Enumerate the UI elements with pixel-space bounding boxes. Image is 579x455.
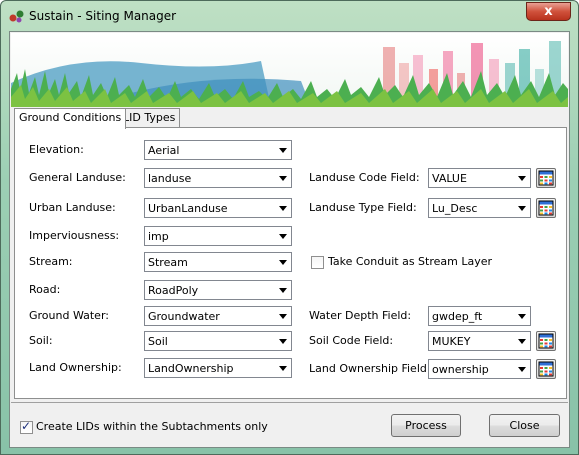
soil-label: Soil:: [29, 334, 53, 347]
landuse-code-field-label: Landuse Code Field:: [309, 171, 420, 184]
tab-lid-types[interactable]: LID Types: [118, 108, 181, 128]
table-grid-icon: [538, 361, 554, 377]
chevron-down-icon: [518, 206, 526, 211]
ground-conditions-panel: Elevation: General Landuse: Urban Landus…: [14, 127, 567, 399]
land-ownership-field-dropdown[interactable]: ownership: [428, 359, 531, 379]
water-depth-field-dropdown[interactable]: gwdep_ft: [428, 306, 531, 326]
soil-dropdown[interactable]: Soil: [144, 331, 292, 351]
urban-landuse-value: UrbanLanduse: [148, 202, 228, 215]
siting-manager-window: Sustain - Siting Manager x Ground Condit…: [0, 0, 579, 455]
landuse-type-field-label: Landuse Type Field:: [309, 201, 417, 214]
dialog-client-area: Ground Conditions LID Types Elevation: G…: [9, 31, 570, 448]
soil-code-field-label: Soil Code Field:: [309, 334, 394, 347]
road-dropdown[interactable]: RoadPoly: [144, 280, 292, 300]
ground-water-value: Groundwater: [148, 310, 220, 323]
soil-code-field-value: MUKEY: [432, 335, 471, 348]
grass-banner-image: [11, 33, 568, 107]
take-conduit-stream-checkbox[interactable]: [311, 256, 324, 269]
general-landuse-label: General Landuse:: [29, 171, 126, 184]
road-label: Road:: [29, 283, 61, 296]
chevron-down-icon: [279, 206, 287, 211]
landuse-code-field-dropdown[interactable]: VALUE: [428, 168, 531, 188]
chevron-down-icon: [279, 314, 287, 319]
chevron-down-icon: [518, 314, 526, 319]
chevron-down-icon: [279, 148, 287, 153]
landuse-type-field-value: Lu_Desc: [432, 202, 478, 215]
chevron-down-icon: [279, 339, 287, 344]
urban-landuse-label: Urban Landuse:: [29, 201, 116, 214]
chevron-down-icon: [279, 366, 287, 371]
imperviousness-label: Imperviousness:: [29, 229, 120, 242]
general-landuse-dropdown[interactable]: landuse: [144, 168, 292, 188]
ground-water-label: Ground Water:: [29, 309, 109, 322]
chevron-down-icon: [518, 367, 526, 372]
window-close-button[interactable]: x: [526, 2, 571, 21]
stream-value: Stream: [148, 256, 188, 269]
table-grid-icon: [538, 200, 554, 216]
footer-divider: [11, 402, 568, 403]
chevron-down-icon: [279, 234, 287, 239]
land-ownership-value: LandOwnership: [148, 362, 234, 375]
stream-label: Stream:: [29, 255, 73, 268]
elevation-label: Elevation:: [29, 143, 84, 156]
soil-code-table-button[interactable]: [536, 331, 556, 351]
ground-water-dropdown[interactable]: Groundwater: [144, 306, 292, 326]
stream-dropdown[interactable]: Stream: [144, 252, 292, 272]
process-button[interactable]: Process: [391, 414, 461, 437]
create-lids-subcatchments-checkbox[interactable]: ✓: [20, 419, 33, 434]
create-lids-subcatchments-label: Create LIDs within the Subtachments only: [36, 420, 268, 433]
chevron-down-icon: [279, 288, 287, 293]
land-ownership-field-value: ownership: [432, 363, 489, 376]
land-ownership-label: Land Ownership:: [29, 361, 122, 374]
title-bar[interactable]: Sustain - Siting Manager x: [1, 1, 578, 31]
soil-code-field-dropdown[interactable]: MUKEY: [428, 331, 531, 351]
urban-landuse-dropdown[interactable]: UrbanLanduse: [144, 198, 292, 218]
sustain-app-icon: [9, 10, 24, 23]
land-ownership-dropdown[interactable]: LandOwnership: [144, 358, 292, 378]
window-title: Sustain - Siting Manager: [29, 9, 177, 23]
chevron-down-icon: [518, 176, 526, 181]
take-conduit-stream-label: Take Conduit as Stream Layer: [328, 255, 493, 268]
checkmark-icon: ✓: [21, 419, 32, 433]
land-ownership-table-button[interactable]: [536, 359, 556, 379]
soil-value: Soil: [148, 335, 168, 348]
landuse-type-table-button[interactable]: [536, 198, 556, 218]
table-grid-icon: [538, 333, 554, 349]
elevation-dropdown[interactable]: Aerial: [144, 140, 292, 160]
landuse-type-field-dropdown[interactable]: Lu_Desc: [428, 198, 531, 218]
close-button[interactable]: Close: [489, 414, 560, 437]
general-landuse-value: landuse: [148, 172, 192, 185]
table-grid-icon: [538, 170, 554, 186]
chevron-down-icon: [279, 260, 287, 265]
imperviousness-value: imp: [148, 230, 169, 243]
water-depth-field-value: gwdep_ft: [432, 310, 483, 323]
tab-ground-conditions[interactable]: Ground Conditions: [14, 108, 127, 129]
landuse-code-field-value: VALUE: [432, 172, 467, 185]
chevron-down-icon: [279, 176, 287, 181]
imperviousness-dropdown[interactable]: imp: [144, 226, 292, 246]
land-ownership-field-label: Land Ownership Field:: [309, 362, 431, 375]
road-value: RoadPoly: [148, 284, 199, 297]
elevation-value: Aerial: [148, 144, 180, 157]
chevron-down-icon: [518, 339, 526, 344]
landuse-code-table-button[interactable]: [536, 168, 556, 188]
water-depth-field-label: Water Depth Field:: [309, 309, 412, 322]
